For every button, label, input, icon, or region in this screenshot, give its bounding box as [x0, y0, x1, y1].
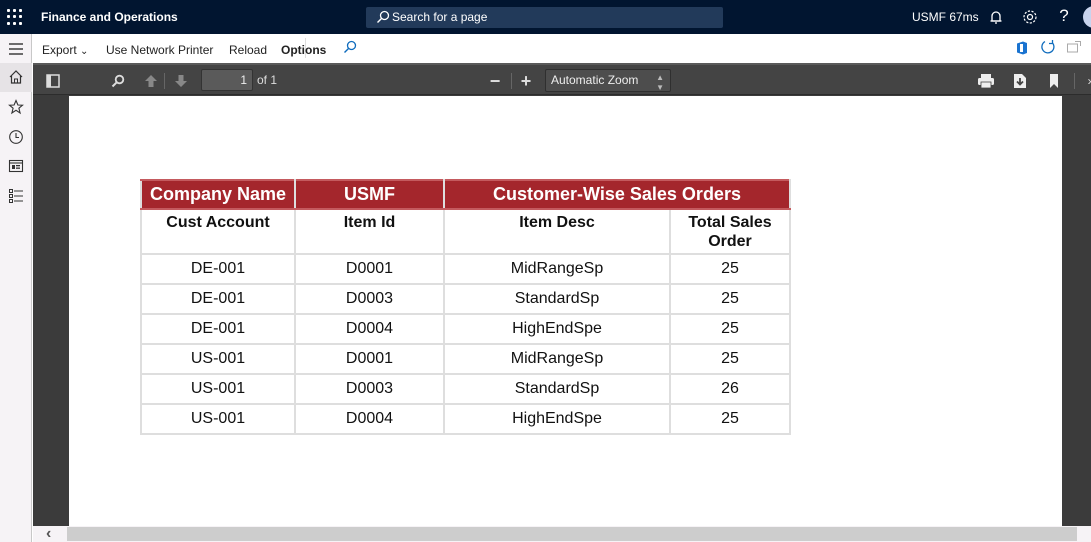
table-row: US-001 D0001 MidRangeSp 25 [140, 343, 791, 375]
action-pane: Export ⌄ Use Network Printer Reload Opti… [33, 34, 1091, 63]
item-id-cell: D0004 [294, 403, 445, 435]
pdf-page: Company Name USMF Customer-Wise Sales Or… [69, 96, 1062, 526]
item-desc-cell: HighEndSpe [443, 403, 671, 435]
scrollbar-thumb[interactable] [67, 527, 1077, 541]
item-desc-cell: StandardSp [443, 283, 671, 315]
popout-icon[interactable] [1067, 41, 1081, 56]
export-menu-button[interactable]: Export ⌄ [42, 43, 88, 57]
refresh-icon[interactable] [1040, 39, 1056, 58]
total-sales-cell: 25 [669, 253, 791, 285]
total-sales-cell: 25 [669, 343, 791, 375]
waffle-icon[interactable] [7, 9, 23, 25]
print-icon[interactable] [976, 71, 996, 91]
page-number-input[interactable]: 1 [201, 69, 253, 91]
star-icon[interactable] [6, 97, 26, 117]
cust-account-cell: DE-001 [140, 253, 296, 285]
next-page-icon[interactable] [171, 71, 191, 91]
search-icon [377, 10, 390, 23]
action-search-icon[interactable] [343, 40, 357, 57]
download-icon[interactable] [1010, 71, 1030, 91]
item-desc-cell: MidRangeSp [443, 343, 671, 375]
item-id-cell: D0001 [294, 253, 445, 285]
cust-account-cell: US-001 [140, 373, 296, 405]
cust-account-cell: US-001 [140, 343, 296, 375]
item-desc-cell: StandardSp [443, 373, 671, 405]
zoom-out-button[interactable]: − [485, 71, 505, 91]
options-tab[interactable]: Options [281, 43, 326, 57]
reload-button[interactable]: Reload [229, 43, 267, 57]
column-header-row: Cust Account Item Id Item Desc Total Sal… [140, 208, 791, 255]
table-row: US-001 D0003 StandardSp 26 [140, 373, 791, 405]
pdf-toolbar: 1 of 1 − + Automatic Zoom ▲▼ » [33, 63, 1091, 95]
search-placeholder: Search for a page [392, 10, 488, 24]
item-id-cell: D0004 [294, 313, 445, 345]
item-id-cell: D0001 [294, 343, 445, 375]
gear-icon[interactable] [1021, 8, 1039, 26]
report-title: Customer-Wise Sales Orders [443, 179, 791, 210]
help-icon[interactable]: ? [1055, 6, 1073, 25]
sidebar-toggle-icon[interactable] [43, 71, 63, 91]
item-desc-cell: HighEndSpe [443, 313, 671, 345]
item-id-cell: D0003 [294, 283, 445, 315]
sales-orders-table: Company Name USMF Customer-Wise Sales Or… [140, 179, 791, 435]
more-tools-icon[interactable]: » [1081, 71, 1091, 91]
previous-page-icon[interactable] [141, 71, 161, 91]
cust-account-cell: DE-001 [140, 283, 296, 315]
cust-account-cell: DE-001 [140, 313, 296, 345]
scroll-left-icon[interactable]: ‹ [46, 526, 51, 542]
page-search-input[interactable]: Search for a page [366, 7, 723, 28]
zoom-select[interactable]: Automatic Zoom ▲ ▼ [545, 69, 671, 92]
clock-icon[interactable] [6, 127, 26, 147]
select-arrows-icon: ▲ ▼ [656, 73, 664, 92]
app-title[interactable]: Finance and Operations [41, 10, 178, 24]
total-sales-cell: 25 [669, 313, 791, 345]
total-sales-cell: 25 [669, 283, 791, 315]
table-row: DE-001 D0004 HighEndSpe 25 [140, 313, 791, 345]
workspace-icon[interactable] [6, 156, 26, 176]
company-name-label: Company Name [140, 179, 296, 210]
bell-icon[interactable] [987, 8, 1005, 26]
bookmark-icon[interactable] [1044, 71, 1064, 91]
office-icon[interactable] [1016, 41, 1028, 58]
item-id-cell: D0003 [294, 373, 445, 405]
total-sales-cell: 26 [669, 373, 791, 405]
company-indicator[interactable]: USMF 67ms [912, 10, 979, 24]
cust-account-cell: US-001 [140, 403, 296, 435]
pdf-viewer: 1 of 1 − + Automatic Zoom ▲▼ » Company N… [33, 63, 1091, 542]
horizontal-scrollbar[interactable]: ‹ [33, 526, 1091, 542]
chevron-down-icon: ⌄ [80, 46, 89, 57]
hamburger-icon[interactable] [6, 39, 26, 59]
top-bar: Finance and Operations Search for a page… [0, 0, 1091, 34]
avatar[interactable] [1083, 6, 1091, 28]
column-header: Cust Account [140, 208, 296, 255]
report-title-row: Company Name USMF Customer-Wise Sales Or… [140, 179, 791, 210]
page-count: of 1 [257, 73, 278, 87]
item-desc-cell: MidRangeSp [443, 253, 671, 285]
column-header: Item Desc [443, 208, 671, 255]
navigation-pane [0, 34, 32, 542]
use-network-printer-button[interactable]: Use Network Printer [106, 43, 213, 57]
column-header: Total Sales Order [669, 208, 791, 255]
company-name-value: USMF [294, 179, 445, 210]
find-icon[interactable] [108, 71, 128, 91]
zoom-in-button[interactable]: + [516, 71, 536, 91]
column-header: Item Id [294, 208, 445, 255]
table-row: DE-001 D0001 MidRangeSp 25 [140, 253, 791, 285]
table-row: US-001 D0004 HighEndSpe 25 [140, 403, 791, 435]
total-sales-cell: 25 [669, 403, 791, 435]
list-icon[interactable] [6, 186, 26, 206]
home-icon[interactable] [6, 67, 26, 87]
table-row: DE-001 D0003 StandardSp 25 [140, 283, 791, 315]
